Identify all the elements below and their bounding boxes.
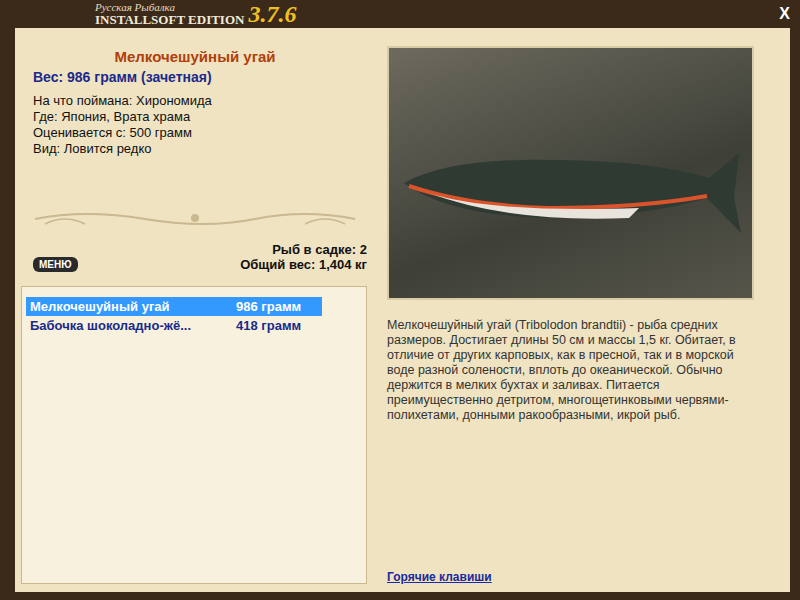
close-button[interactable]: X <box>779 5 790 23</box>
fish-weight: Вес: 986 грамм (зачетная) <box>33 69 357 85</box>
right-panel: Мелкочешуйный угай (Tribolodon brandtii)… <box>375 28 790 592</box>
fish-detail: Вид: Ловится редко <box>33 141 357 157</box>
menu-button[interactable]: МЕНЮ <box>33 257 78 272</box>
fish-detail: Оценивается с: 500 грамм <box>33 125 357 141</box>
hotkeys-link[interactable]: Горячие клавиши <box>387 570 492 584</box>
left-panel: Мелкочешуйный угай Вес: 986 грамм (зачетн… <box>15 28 375 592</box>
keepnet-summary: Рыб в садке: 2Общий вес: 1,404 кг <box>240 242 367 272</box>
fish-photo <box>387 46 754 300</box>
flourish-icon <box>25 204 365 234</box>
parchment: Мелкочешуйный угай Вес: 986 грамм (зачетн… <box>15 28 790 592</box>
catch-list: Мелкочешуйный угай986 граммБабочка шокол… <box>21 286 367 584</box>
catch-row[interactable]: Мелкочешуйный угай986 грамм <box>26 297 322 316</box>
fish-info-window: Русская РыбалкаINSTALLSOFT EDITION 3.7.6 X… <box>0 0 800 600</box>
keepnet-count: Рыб в садке: 2 <box>240 242 367 257</box>
fish-description: Мелкочешуйный угай (Tribolodon brandtii)… <box>387 318 757 423</box>
fish-detail: Где: Япония, Врата храма <box>33 109 357 125</box>
fish-detail: На что поймана: Хирономида <box>33 93 357 109</box>
catch-row[interactable]: Бабочка шоколадно-жё...418 грамм <box>26 316 322 335</box>
fish-icon <box>389 48 752 298</box>
logo-version: 3.7.6 <box>248 2 296 26</box>
logo-edition: INSTALLSOFT EDITION <box>95 13 244 26</box>
fish-name: Мелкочешуйный угай <box>33 48 357 65</box>
logo-title: Русская Рыбалка <box>95 2 244 13</box>
keepnet-total: Общий вес: 1,404 кг <box>240 257 367 272</box>
game-logo: Русская РыбалкаINSTALLSOFT EDITION 3.7.6 <box>95 2 296 26</box>
title-bar: Русская РыбалкаINSTALLSOFT EDITION 3.7.6 X <box>0 0 800 28</box>
fish-card: Мелкочешуйный угай Вес: 986 грамм (зачетн… <box>15 28 367 198</box>
keepnet-row: МЕНЮ Рыб в садке: 2Общий вес: 1,404 кг <box>15 234 367 276</box>
